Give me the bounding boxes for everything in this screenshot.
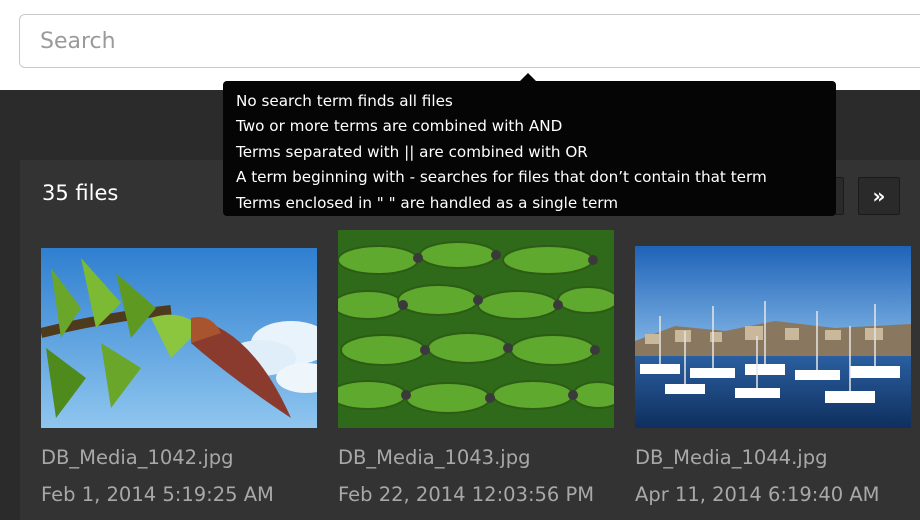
file-card[interactable]: DB_Media_1043.jpg Feb 22, 2014 12:03:56 … xyxy=(338,230,614,506)
file-name: DB_Media_1043.jpg xyxy=(338,446,531,469)
tooltip-line: Terms separated with || are combined wit… xyxy=(236,142,588,161)
file-card[interactable]: DB_Media_1042.jpg Feb 1, 2014 5:19:25 AM xyxy=(41,230,317,506)
file-date: Feb 22, 2014 12:03:56 PM xyxy=(338,483,595,506)
search-input[interactable] xyxy=(19,14,920,68)
file-card[interactable]: DB_Media_1044.jpg Apr 11, 2014 6:19:40 A… xyxy=(635,230,911,506)
tooltip-line: Terms enclosed in " " are handled as a s… xyxy=(236,193,619,212)
tooltip-line: No search term finds all files xyxy=(236,92,453,110)
tooltip-arrow xyxy=(520,73,536,81)
file-name: DB_Media_1044.jpg xyxy=(635,446,828,469)
file-thumbnail[interactable] xyxy=(635,246,911,428)
search-help-tooltip: No search term finds all files Two or mo… xyxy=(223,81,836,216)
tooltip-line: Two or more terms are combined with AND xyxy=(236,117,563,136)
file-count: 35 files xyxy=(42,181,119,205)
file-date: Apr 11, 2014 6:19:40 AM xyxy=(635,483,880,506)
file-thumbnail[interactable] xyxy=(338,230,614,428)
double-chevron-right-icon: » xyxy=(872,184,886,208)
next-page-button[interactable]: » xyxy=(858,177,900,215)
file-thumbnail[interactable] xyxy=(41,248,317,428)
file-name: DB_Media_1042.jpg xyxy=(41,446,234,469)
search-bar xyxy=(0,0,920,90)
file-date: Feb 1, 2014 5:19:25 AM xyxy=(41,483,274,506)
tooltip-line: A term beginning with - searches for fil… xyxy=(236,168,767,187)
